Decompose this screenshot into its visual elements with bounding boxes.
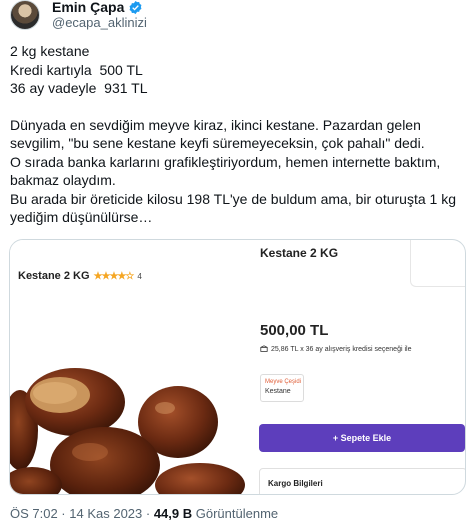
star-rating-icon: ★★★★☆ <box>93 270 135 282</box>
tweet-meta: ÖS 7:02 · 14 Kas 2023 · 44,9 B Görüntüle… <box>10 506 278 521</box>
tweet-line: O sırada banka karlarını grafikleştiriyo… <box>10 153 445 189</box>
author-name[interactable]: Emin Çapa <box>52 0 124 15</box>
avatar[interactable] <box>10 0 40 30</box>
tweet-line: Kredi kartıyla 500 TL <box>10 61 143 78</box>
rating-value: 4 <box>137 271 142 281</box>
cargo-info-box: Kargo Bilgileri <box>259 468 465 494</box>
author-name-line[interactable]: Emin Çapa <box>52 0 143 15</box>
product-title-left: Kestane 2 KG ★★★★☆ 4 <box>18 270 142 282</box>
product-price: 500,00 TL <box>260 322 329 339</box>
add-to-cart-button: + Sepete Ekle <box>259 424 465 452</box>
tweet-timestamp[interactable]: ÖS 7:02 · 14 Kas 2023 · <box>10 506 150 521</box>
tweet-text: 2 kg kestane Kredi kartıyla 500 TL 36 ay… <box>10 42 465 227</box>
chestnuts-image <box>10 360 250 494</box>
cargo-label: Kargo Bilgileri <box>268 479 323 488</box>
tweet-line: Dünyada en sevdiğim meyve kiraz, ikinci … <box>10 116 425 152</box>
view-count: 44,9 B <box>153 506 193 521</box>
credit-text: 25,86 TL x 36 ay alışveriş kredisi seçen… <box>271 345 412 353</box>
tweet-line: 2 kg kestane <box>10 43 90 59</box>
verified-badge-icon <box>129 0 142 14</box>
product-title-right: Kestane 2 KG <box>260 246 339 260</box>
variant-value: Kestane <box>265 388 291 395</box>
author-handle[interactable]: @ecapa_aklinizi <box>52 15 147 30</box>
product-title-text: Kestane 2 KG <box>18 270 90 282</box>
variant-selector: Meyve Çeşidi Kestane <box>260 374 304 402</box>
tweet-line: 36 ay vadeyle 931 TL <box>10 80 148 96</box>
product-photo-panel: Kestane 2 KG ★★★★☆ 4 <box>10 240 250 494</box>
product-info-panel: Kestane 2 KG 500,00 TL 25,86 TL x 36 ay … <box>258 240 465 494</box>
credit-icon <box>260 345 268 352</box>
tweet-line: Bu arada bir öreticide kilosu 198 TL'ye … <box>10 190 460 226</box>
top-right-box <box>410 240 465 287</box>
credit-info: 25,86 TL x 36 ay alışveriş kredisi seçen… <box>260 345 411 353</box>
product-image-card[interactable]: Kestane 2 KG ★★★★☆ 4 Kestane 2 KG 500,00… <box>9 239 466 495</box>
variant-label: Meyve Çeşidi <box>265 379 302 385</box>
views-label: Görüntülenme <box>195 506 279 521</box>
